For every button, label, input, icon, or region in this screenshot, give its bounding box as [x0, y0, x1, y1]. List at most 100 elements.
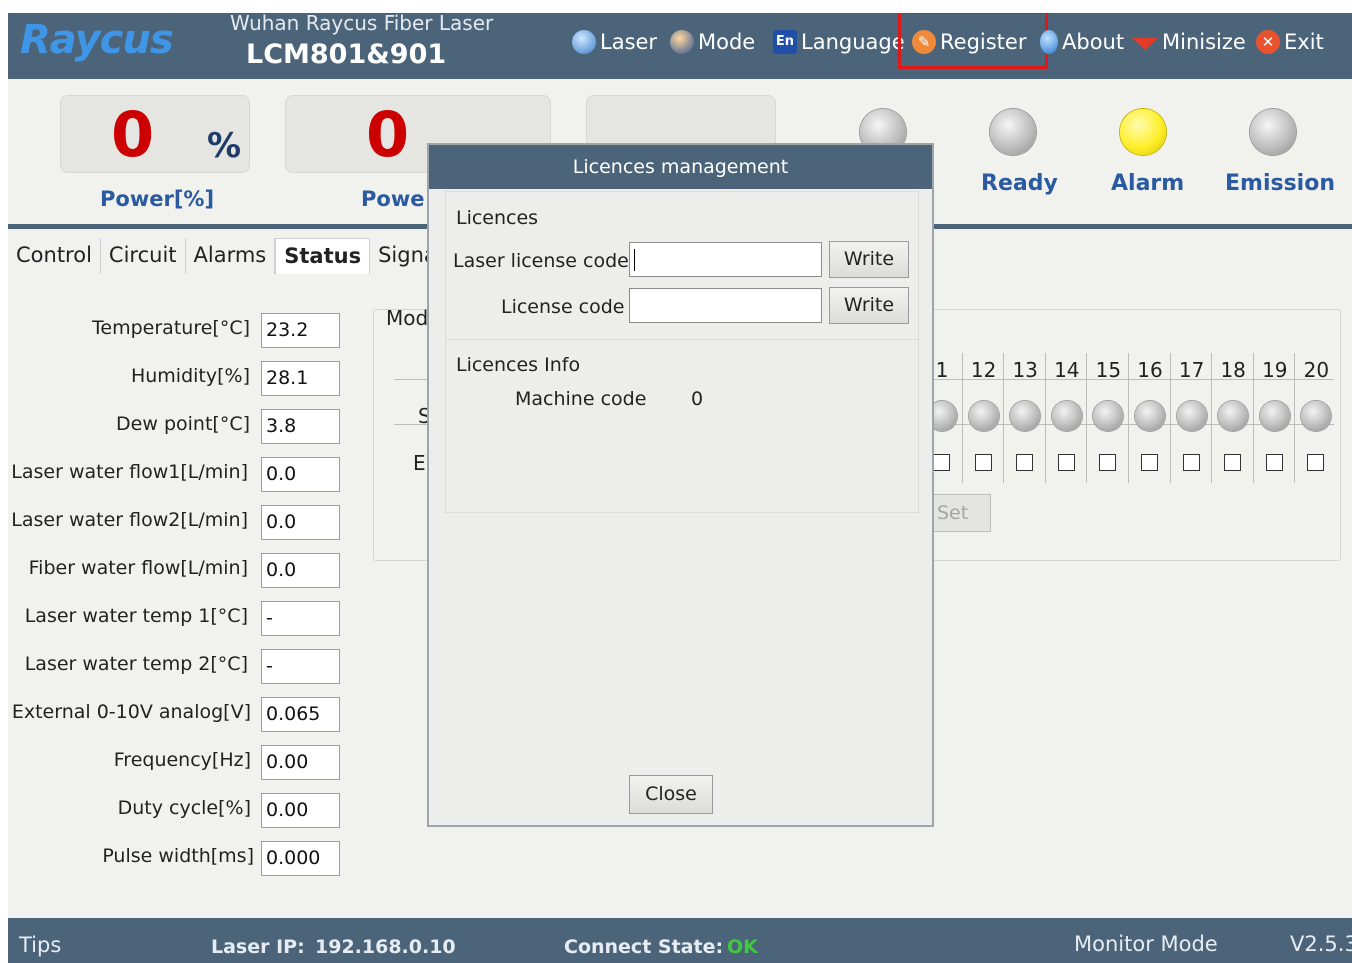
status-label: Temperature[°C]: [92, 317, 250, 339]
version-label: V2.5.3: [1290, 932, 1352, 956]
status-row: Fiber water flow[L/min]: [8, 553, 248, 587]
laser-ip-label: Laser IP:: [211, 936, 305, 958]
dew-point-field: 3.8: [261, 409, 340, 444]
module-status-lamp: [1259, 401, 1290, 431]
users-icon: [670, 30, 694, 54]
tips-label: Tips: [19, 933, 62, 957]
exit-close-icon: ✕: [1256, 30, 1280, 54]
module-enable-checkbox[interactable]: [1307, 454, 1325, 471]
module-enable-checkbox[interactable]: [1016, 454, 1034, 471]
module-column-number: 18: [1220, 358, 1246, 382]
emission-label: Emission: [1225, 171, 1335, 196]
status-row: External 0-10V analog[V]: [8, 697, 251, 731]
module-column-separator: [961, 353, 963, 483]
laser-license-label: Laser license code: [453, 250, 629, 272]
power-percent-value: 0: [111, 98, 155, 171]
status-label: Frequency[Hz]: [113, 749, 251, 771]
machine-code-label: Machine code: [515, 388, 647, 410]
module-status-lamp: [1176, 401, 1207, 431]
menu-mode-label: Mode: [698, 30, 756, 54]
dialog-content-box: [445, 191, 919, 513]
laser-license-input[interactable]: [629, 242, 822, 277]
model-title: LCM801&901: [246, 39, 447, 70]
menu-exit[interactable]: ✕ Exit: [1256, 27, 1324, 57]
status-row: Laser water temp 2[°C]: [8, 649, 248, 683]
status-label: Dew point[°C]: [116, 413, 250, 435]
status-row: Duty cycle[%]: [8, 793, 251, 827]
status-label: Humidity[%]: [130, 365, 250, 387]
module-enable-checkbox[interactable]: [933, 454, 950, 471]
ready-lamp: [990, 109, 1036, 155]
menu-exit-label: Exit: [1284, 30, 1324, 54]
power-percent-unit: %: [207, 126, 242, 166]
tab-circuit[interactable]: Circuit: [101, 238, 186, 274]
connect-state-value: OK: [727, 936, 758, 958]
module-enable-checkbox[interactable]: [1182, 454, 1200, 471]
menu-about-label: About: [1062, 30, 1125, 54]
module-column-number: 15: [1095, 358, 1122, 382]
duty-cycle-field: 0.00: [261, 793, 340, 828]
title-bar: Raycus Wuhan Raycus Fiber Laser LCM801&9…: [8, 13, 1352, 79]
tab-alarms[interactable]: Alarms: [186, 238, 276, 274]
menu-laser-label: Laser: [600, 30, 658, 54]
module-enable-checkbox[interactable]: [1224, 454, 1242, 471]
menu-mode[interactable]: Mode: [670, 27, 755, 57]
module-column-separator: [1086, 353, 1088, 483]
module-enable-checkbox[interactable]: [1057, 454, 1075, 471]
module-column-number: 14: [1054, 358, 1080, 382]
module-column-separator: [1169, 353, 1171, 483]
tab-status[interactable]: Status: [275, 238, 371, 274]
app-subtitle: Wuhan Raycus Fiber Laser: [230, 13, 494, 35]
humidity-field: 28.1: [261, 361, 340, 396]
module-enable-checkbox[interactable]: [1099, 454, 1117, 471]
raycus-logo: Raycus: [20, 17, 174, 63]
module-column-number: 20: [1303, 358, 1330, 382]
menu-language-label: Language: [801, 30, 905, 54]
laser-globe-icon: [572, 30, 596, 54]
license-code-input[interactable]: [629, 288, 822, 323]
alarm-lamp: [1120, 109, 1166, 155]
set-button[interactable]: Set: [926, 494, 991, 532]
module-status-lamp: [1010, 401, 1041, 431]
module-column-separator: [1252, 353, 1254, 483]
connect-state-label: Connect State:: [564, 936, 724, 958]
frequency-field: 0.00: [261, 745, 340, 780]
close-button[interactable]: Close: [629, 775, 713, 814]
status-row: Dew point[°C]: [8, 409, 250, 443]
status-label: External 0-10V analog[V]: [11, 701, 251, 723]
language-en-icon: En: [773, 30, 797, 54]
laser-water-flow1-field: 0.0: [261, 457, 340, 492]
module-enable-checkbox[interactable]: [1265, 454, 1283, 471]
menu-language[interactable]: En Language: [773, 27, 905, 57]
tab-control[interactable]: Control: [8, 238, 101, 274]
menu-about[interactable]: About: [1040, 27, 1124, 57]
external-analog-field: 0.065: [261, 697, 340, 732]
module-enable-checkbox[interactable]: [1141, 454, 1158, 471]
module-enable-checkbox[interactable]: [974, 454, 992, 471]
write-license-button[interactable]: Write: [829, 287, 909, 324]
module-column-number: 13: [1012, 358, 1038, 382]
laser-ip-value: 192.168.0.10: [315, 936, 456, 958]
status-row: Frequency[Hz]: [8, 745, 251, 779]
write-laser-license-button[interactable]: Write: [829, 241, 909, 278]
module-status-lamp: [968, 401, 999, 431]
module-column-separator: [1294, 353, 1296, 483]
module-column-number: 17: [1178, 358, 1205, 382]
module-column-number: 12: [970, 358, 997, 382]
emission-lamp: [1250, 109, 1296, 155]
status-label: Laser water flow2[L/min]: [11, 509, 248, 531]
app-window: Raycus Wuhan Raycus Fiber Laser LCM801&9…: [0, 0, 1352, 963]
dialog-divider: [445, 339, 919, 340]
status-row: Humidity[%]: [8, 361, 250, 395]
status-row: Pulse width[ms]: [8, 841, 254, 875]
alarm-label: Alarm: [1111, 171, 1185, 196]
machine-code-value: 0: [691, 388, 704, 410]
menu-minimize[interactable]: Minisize: [1132, 27, 1246, 57]
menu-laser[interactable]: Laser: [572, 27, 657, 57]
laser-water-temp2-field: -: [261, 649, 340, 684]
module-status-lamp: [1135, 401, 1165, 431]
power-percent-label: Power[%]: [100, 187, 215, 211]
power-kw-label: Powe: [361, 187, 425, 211]
module-group-title: Mod: [386, 306, 429, 330]
fiber-water-flow-field: 0.0: [261, 553, 340, 588]
